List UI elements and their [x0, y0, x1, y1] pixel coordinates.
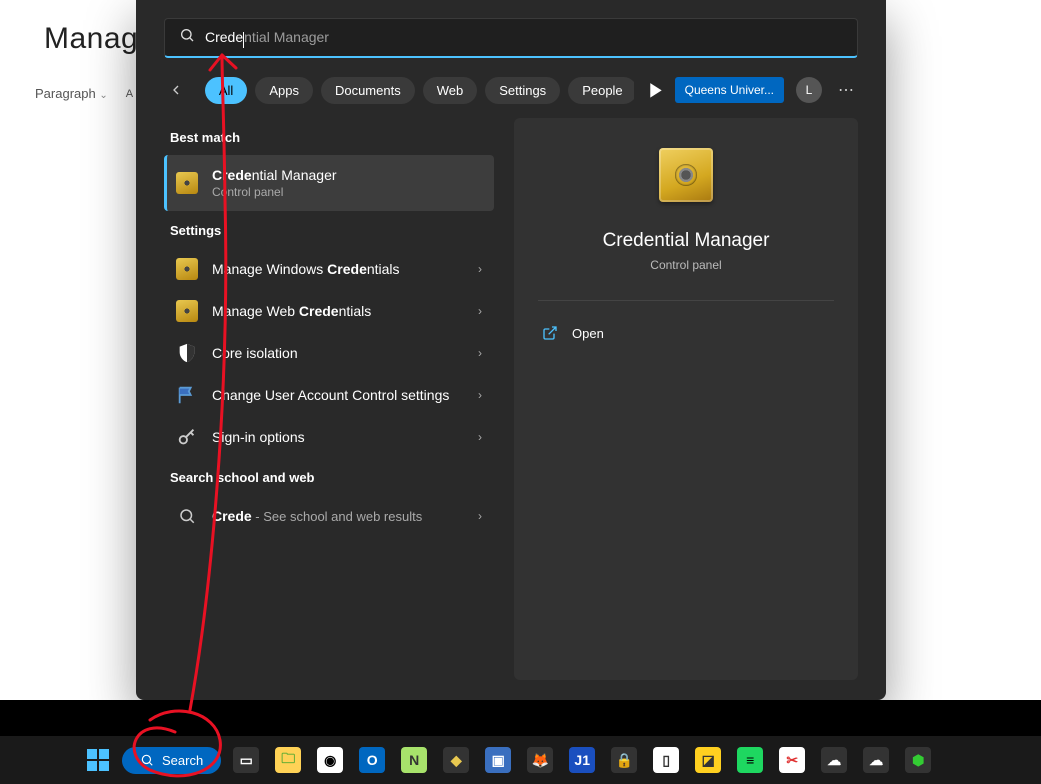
taskbar-app-lock-app[interactable]: 🔒 — [605, 741, 643, 779]
settings-result-title: Manage Windows Credentials — [212, 261, 464, 277]
settings-result-title: Manage Web Credentials — [212, 303, 464, 319]
dark-band — [0, 700, 1041, 736]
filter-pill-settings[interactable]: Settings — [485, 77, 560, 104]
best-match-result[interactable]: Credential Manager Control panel — [164, 155, 494, 211]
search-input[interactable]: Credential Manager — [164, 18, 858, 58]
best-match-subtitle: Control panel — [212, 185, 482, 199]
taskbar-app-steam1[interactable]: ☁ — [815, 741, 853, 779]
section-settings: Settings — [170, 223, 494, 238]
vault-icon — [176, 300, 198, 322]
settings-result[interactable]: Core isolation › — [164, 332, 494, 374]
open-label: Open — [572, 326, 604, 341]
filter-pill-people[interactable]: People — [568, 77, 634, 104]
section-web: Search school and web — [170, 470, 494, 485]
flag-icon — [176, 384, 198, 406]
windows-logo-icon — [87, 749, 109, 771]
taskbar-app-note[interactable]: ◪ — [689, 741, 727, 779]
shield-icon — [176, 342, 198, 364]
filter-pill-apps[interactable]: Apps — [255, 77, 313, 104]
key-icon — [176, 426, 198, 448]
more-options[interactable]: ⋯ — [834, 76, 858, 104]
taskbar: Search ▭🗀◉ON◆▣🦊J1🔒▯◪≡✂☁☁⬢ — [0, 736, 1041, 784]
settings-result-title: Change User Account Control settings — [212, 387, 464, 403]
taskbar-app-steam2[interactable]: ☁ — [857, 741, 895, 779]
taskbar-app-chrome[interactable]: ◉ — [311, 741, 349, 779]
taskbar-app-spotify[interactable]: ≡ — [731, 741, 769, 779]
back-button[interactable] — [164, 76, 189, 104]
vault-icon — [176, 172, 198, 194]
taskbar-app-outlook[interactable]: O — [353, 741, 391, 779]
detail-title: Credential Manager — [603, 230, 770, 252]
taskbar-app-sticky[interactable]: ◆ — [437, 741, 475, 779]
filter-pill-web[interactable]: Web — [423, 77, 478, 104]
start-button[interactable] — [80, 742, 116, 778]
taskbar-app-doc[interactable]: ▯ — [647, 741, 685, 779]
settings-result[interactable]: Manage Web Credentials › — [164, 290, 494, 332]
search-icon — [179, 27, 195, 48]
filter-scroll-right[interactable] — [642, 76, 667, 104]
taskbar-search-button[interactable]: Search — [122, 747, 221, 774]
start-menu-panel: Credential Manager All Apps Documents Web Se… — [136, 0, 886, 700]
settings-result-title: Core isolation — [212, 345, 464, 361]
chevron-right-icon: › — [478, 304, 482, 318]
web-result-title: Crede - See school and web results — [212, 508, 464, 524]
settings-result[interactable]: Sign-in options › — [164, 416, 494, 458]
open-action[interactable]: Open — [538, 317, 834, 349]
user-avatar[interactable]: L — [796, 77, 822, 103]
settings-result[interactable]: Change User Account Control settings › — [164, 374, 494, 416]
taskbar-search-label: Search — [162, 753, 203, 768]
taskbar-app-snip[interactable]: ✂ — [773, 741, 811, 779]
organization-badge[interactable]: Queens Univer... — [675, 77, 784, 103]
filter-pills: AllAppsDocumentsWebSettingsPeopleFo — [205, 77, 634, 104]
chevron-right-icon: › — [478, 262, 482, 276]
divider — [538, 300, 834, 301]
chevron-right-icon: › — [478, 346, 482, 360]
taskbar-app-j1[interactable]: J1 — [563, 741, 601, 779]
web-result[interactable]: Crede - See school and web results › — [164, 495, 494, 537]
chevron-right-icon: › — [478, 388, 482, 402]
detail-subtitle: Control panel — [650, 258, 721, 272]
taskbar-app-tree[interactable]: ⬢ — [899, 741, 937, 779]
filter-pill-all[interactable]: All — [205, 77, 247, 104]
chevron-right-icon: › — [478, 430, 482, 444]
settings-result-title: Sign-in options — [212, 429, 464, 445]
taskbar-app-file-explorer[interactable]: 🗀 — [269, 741, 307, 779]
background-ribbon: Paragraph ⌄ A — [35, 86, 133, 101]
vault-icon — [659, 148, 713, 202]
filter-pill-documents[interactable]: Documents — [321, 77, 415, 104]
result-detail-panel: Credential Manager Control panel Open — [514, 118, 858, 680]
taskbar-app-task-view[interactable]: ▭ — [227, 741, 265, 779]
search-icon — [176, 505, 198, 527]
vault-icon — [176, 258, 198, 280]
filter-row: AllAppsDocumentsWebSettingsPeopleFo Quee… — [136, 58, 886, 118]
section-best-match: Best match — [170, 130, 494, 145]
settings-result[interactable]: Manage Windows Credentials › — [164, 248, 494, 290]
search-text: Credential Manager — [205, 29, 329, 45]
results-column: Best match Credential Manager Control pa… — [164, 118, 494, 680]
chevron-right-icon: › — [478, 509, 482, 523]
taskbar-app-firefox[interactable]: 🦊 — [521, 741, 559, 779]
taskbar-app-notepadpp[interactable]: N — [395, 741, 433, 779]
taskbar-app-tool1[interactable]: ▣ — [479, 741, 517, 779]
best-match-title: Credential Manager — [212, 167, 482, 183]
